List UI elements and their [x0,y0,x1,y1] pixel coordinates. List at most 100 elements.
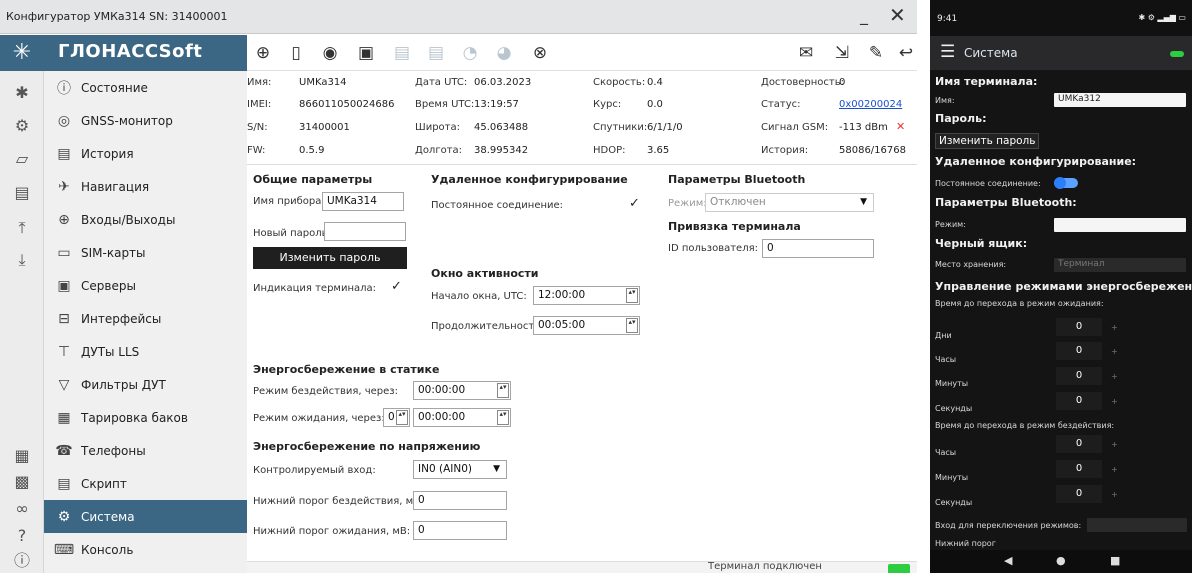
idle-minutes-stepper[interactable]: 0 [1056,460,1102,478]
minimize-button[interactable]: _ [860,6,868,25]
connect-wireless-icon[interactable]: ◉ [319,42,341,64]
standby-threshold-input[interactable]: 0 [413,521,507,540]
help-icon[interactable]: ? [11,525,33,547]
name-value: UMKa314 [299,77,347,88]
days-stepper[interactable]: 0 [1056,318,1102,336]
close-button[interactable]: ✕ [889,3,906,27]
plus-icon[interactable]: + [1111,490,1118,499]
reply-icon[interactable]: ↩ [895,42,917,64]
sidebar-item-calibration[interactable]: ▦ Тарировка баков [44,401,247,434]
controlled-input-select[interactable]: IN0 (AIN0) ▼ [413,460,507,479]
sidebar-item-console[interactable]: ⌨ Консоль [44,533,247,566]
standby-days-value: 0 [388,411,395,423]
plus-icon[interactable]: + [1111,440,1118,449]
plus-icon[interactable]: + [1111,465,1118,474]
window-start-input[interactable]: 12:00:00 ▴▾ [533,286,640,305]
sidebar-item-sim[interactable]: ▭ SIM-карты [44,236,247,269]
gsm-label: Сигнал GSM: [761,122,829,133]
standby-mode-input[interactable]: 00:00:00 ▴▾ [413,408,511,427]
save-icon[interactable]: ▤ [425,42,447,64]
sidebar-item-history[interactable]: ▤ История [44,137,247,170]
sign-icon[interactable]: ✎ [865,42,887,64]
db-icon[interactable]: ◔ [459,42,481,64]
mail-icon[interactable]: ✉ [795,42,817,64]
window-start-spinner[interactable]: ▴▾ [626,288,638,303]
bt-mode-select[interactable] [1054,218,1186,232]
bt-mode-select[interactable]: Отключен ▼ [705,193,874,212]
sidebar-item-navigation[interactable]: ✈ Навигация [44,170,247,203]
idle-mode-input[interactable]: 00:00:00 ▴▾ [413,381,511,400]
new-password-input[interactable] [324,222,406,241]
sidebar-item-servers[interactable]: ▣ Серверы [44,269,247,302]
sidebar-item-system[interactable]: ⚙ Система [44,500,247,533]
home-icon[interactable]: ● [1056,554,1066,567]
upload-icon[interactable]: ⤒ [11,217,33,239]
idle-threshold-input[interactable]: 0 [413,491,507,510]
persistent-connection-toggle[interactable] [1054,177,1078,189]
status-link[interactable]: 0x00200024 [839,99,902,110]
menu-icon[interactable]: ☰ [940,42,955,62]
duration-spinner[interactable]: ▴▾ [626,318,638,333]
settings-gear-icon[interactable]: ⚙ [11,115,33,137]
sidebar-item-lls[interactable]: ⊤ ДУТы LLS [44,335,247,368]
indication-checkbox[interactable]: ✓ [389,280,404,295]
standby-days-spinner[interactable]: ▴▾ [396,410,408,425]
sidebar-item-gnss[interactable]: ◎ GNSS-монитор [44,104,247,137]
sidebar-item-label: Навигация [81,179,150,194]
info-icon[interactable]: ⓘ [11,550,33,572]
plus-icon[interactable]: + [1111,347,1118,356]
load-icon[interactable]: ▤ [391,42,413,64]
idle-seconds-stepper[interactable]: 0 [1056,485,1102,503]
db-settings-icon[interactable]: ◕ [493,42,515,64]
download-icon[interactable]: ⤓ [11,249,33,271]
storage-select[interactable]: Терминал [1054,258,1186,272]
standby-mode-spinner[interactable]: ▴▾ [497,410,509,425]
duration-input[interactable]: 00:05:00 ▴▾ [533,316,640,335]
write-config-icon[interactable]: ⊕ [252,42,274,64]
bluetooth-icon[interactable]: ✱ [11,82,33,104]
change-password-button[interactable]: Изменить пароль [253,247,407,269]
change-password-button[interactable]: Изменить пароль [935,133,1040,149]
device-name-input[interactable]: UMKa314 [322,192,404,211]
android-nav-bar: ◀ ● ■ [930,550,1192,573]
device-icon[interactable]: ▯ [285,42,307,64]
idle-hours-stepper[interactable]: 0 [1056,435,1102,453]
status-code-link[interactable]: 0x00200024 [839,99,902,110]
sidebar-item-io[interactable]: ⊕ Входы/Выходы [44,203,247,236]
title-bar: Конфигуратор УМКа314 SN: 31400001 _ ✕ [0,0,917,34]
sidebar-item-phones[interactable]: ☎ Телефоны [44,434,247,467]
persistent-connection-checkbox[interactable]: ✓ [627,197,642,212]
duration-value: 00:05:00 [538,319,586,331]
window-title: Конфигуратор УМКа314 SN: 31400001 [6,10,228,23]
password-heading: Пароль: [935,112,987,125]
back-icon[interactable]: ◀ [1004,554,1012,567]
grid-icon[interactable]: ▩ [11,471,33,493]
export-icon[interactable]: ⇲ [831,42,853,64]
location-off-icon[interactable]: ⊗ [529,42,551,64]
sidebar-item-script[interactable]: ▤ Скрипт [44,467,247,500]
sidebar-item-label: GNSS-монитор [81,113,173,128]
user-id-input[interactable]: 0 [762,239,874,258]
controlled-input-label: Контролируемый вход: [253,465,376,476]
idle-mode-spinner[interactable]: ▴▾ [497,383,509,398]
sidebar-item-filters[interactable]: ▽ Фильтры ДУТ [44,368,247,401]
status-icons: ✱ ⚙ ▂▄▆ ▭ [1138,13,1186,22]
read-device-icon[interactable]: ▣ [355,42,377,64]
recent-apps-icon[interactable]: ■ [1110,554,1120,567]
plus-icon[interactable]: + [1111,372,1118,381]
link-icon[interactable]: ∞ [11,498,33,520]
hours-stepper[interactable]: 0 [1056,342,1102,360]
standby-days-input[interactable]: 0 ▴▾ [383,408,410,427]
sidebar-item-state[interactable]: ⓘ Состояние [44,71,247,104]
folder-open-icon[interactable]: ▱ [11,148,33,170]
floppy-save-icon[interactable]: ▤ [11,182,33,204]
voltage-saving-heading: Энергосбережение по напряжению [253,440,481,453]
minutes-stepper[interactable]: 0 [1056,367,1102,385]
document-icon[interactable]: ▦ [11,445,33,467]
plus-icon[interactable]: + [1111,323,1118,332]
switch-input-select[interactable] [1087,518,1187,532]
name-field[interactable]: UMKa312 [1054,93,1186,107]
sidebar-item-interfaces[interactable]: ⊟ Интерфейсы [44,302,247,335]
seconds-stepper[interactable]: 0 [1056,392,1102,410]
plus-icon[interactable]: + [1111,397,1118,406]
